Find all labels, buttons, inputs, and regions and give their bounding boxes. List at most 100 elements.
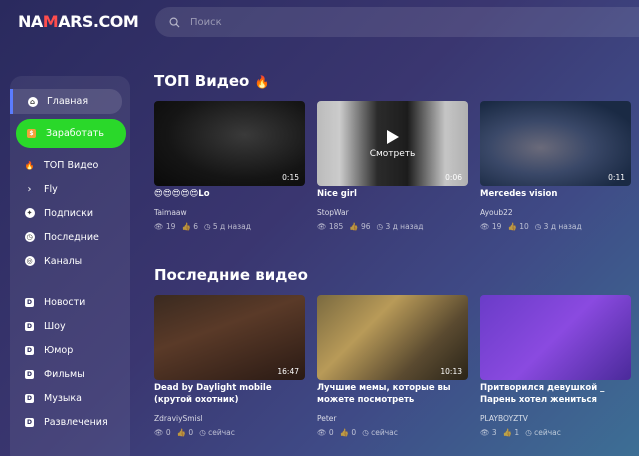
- chevron-right-icon: ›: [27, 183, 32, 195]
- views-count: 👁 185: [317, 222, 344, 231]
- upload-time: ◷ 3 д назад: [376, 222, 424, 231]
- sidebar-item-show[interactable]: D Шоу: [10, 314, 130, 338]
- views-count: 👁 3: [480, 428, 497, 437]
- sidebar-item-label: Главная: [47, 96, 89, 107]
- views-count: 👁 19: [480, 222, 502, 231]
- play-icon: [386, 129, 399, 144]
- clock-icon: ◷: [24, 232, 35, 242]
- sidebar-item-channels[interactable]: ◎ Каналы: [10, 249, 130, 273]
- video-duration: 10:13: [440, 367, 462, 376]
- video-stats: 👁 185 👍 96 ◷ 3 д назад: [317, 222, 468, 231]
- likes-count: 👍 6: [181, 222, 198, 231]
- video-thumbnail[interactable]: 16:47: [154, 295, 305, 380]
- category-icon: D: [24, 417, 35, 428]
- video-thumbnail[interactable]: 10:13: [317, 295, 468, 380]
- category-icon: D: [24, 321, 35, 332]
- section-title-text: Последние видео: [154, 266, 308, 284]
- home-icon: ⌂: [27, 96, 38, 107]
- sidebar-item-label: Фильмы: [44, 368, 85, 380]
- sidebar-item-label: Юмор: [44, 344, 74, 356]
- video-card[interactable]: 16:47 Dead by Daylight mobile (крутой ох…: [154, 295, 305, 437]
- video-duration: 0:15: [282, 173, 299, 182]
- video-card[interactable]: 10:13 Лучшие мемы, которые вы можете пос…: [317, 295, 468, 437]
- video-card[interactable]: Притворился девушкой _ Парень хотел жени…: [480, 295, 631, 437]
- sidebar-item-label: Развлечения: [44, 416, 108, 428]
- video-author[interactable]: PLAYBOYZTV: [480, 414, 631, 423]
- likes-count: 👍 0: [339, 428, 357, 437]
- sidebar-item-top-videos[interactable]: 🔥 ТОП Видео: [10, 153, 130, 177]
- sidebar-item-label: Шоу: [44, 320, 66, 332]
- site-logo[interactable]: NAMARS.COM: [18, 12, 139, 31]
- watch-label: Смотреть: [369, 148, 416, 159]
- sidebar-item-films[interactable]: D Фильмы: [10, 362, 130, 386]
- video-stats: 👁 3 👍 1 ◷ сейчас: [480, 428, 631, 437]
- video-author[interactable]: Taimaaw: [154, 208, 305, 217]
- video-thumbnail[interactable]: 0:11: [480, 101, 631, 186]
- video-author[interactable]: Ayoub22: [480, 208, 631, 217]
- logo-accent: M: [42, 12, 59, 31]
- latest-videos-heading: Последние видео: [154, 266, 308, 284]
- sidebar-item-label: ТОП Видео: [44, 159, 99, 171]
- video-title[interactable]: Mercedes vision: [480, 188, 631, 200]
- sidebar-item-humor[interactable]: D Юмор: [10, 338, 130, 362]
- video-stats: 👁 0 👍 0 ◷ сейчас: [317, 428, 468, 437]
- likes-count: 👍 96: [349, 222, 371, 231]
- sidebar-item-news[interactable]: D Новости: [10, 290, 130, 314]
- views-count: 👁 0: [317, 428, 334, 437]
- category-icon: D: [24, 345, 35, 356]
- upload-time: ◷ сейчас: [362, 428, 398, 437]
- sidebar-item-label: Заработать: [46, 128, 104, 139]
- upload-time: ◷ сейчас: [199, 428, 235, 437]
- video-author[interactable]: StopWar: [317, 208, 468, 217]
- views-count: 👁 19: [154, 222, 176, 231]
- search-icon: [169, 13, 180, 32]
- video-stats: 👁 19 👍 10 ◷ 3 д назад: [480, 222, 631, 231]
- sidebar-item-label: Fly: [44, 183, 58, 195]
- video-stats: 👁 19 👍 6 ◷ 5 д назад: [154, 222, 305, 231]
- money-bag-icon: $: [26, 128, 37, 139]
- upload-time: ◷ 3 д назад: [534, 222, 582, 231]
- video-author[interactable]: ZdraviySmisl: [154, 414, 305, 423]
- video-duration: 0:11: [608, 173, 625, 182]
- video-card[interactable]: 0:15 😍😍😍😍😍Lo Taimaaw 👁 19 👍 6 ◷ 5 д наза…: [154, 101, 305, 231]
- sidebar-item-label: Подписки: [44, 207, 94, 219]
- fire-icon: 🔥: [254, 75, 270, 89]
- video-thumbnail[interactable]: Смотреть 0:06: [317, 101, 468, 186]
- video-thumbnail[interactable]: [480, 295, 631, 380]
- video-thumbnail[interactable]: 0:15: [154, 101, 305, 186]
- video-duration: 16:47: [277, 367, 299, 376]
- upload-time: ◷ сейчас: [525, 428, 561, 437]
- fire-icon: 🔥: [24, 160, 35, 170]
- category-icon: D: [24, 297, 35, 308]
- video-card[interactable]: 0:11 Mercedes vision Ayoub22 👁 19 👍 10 ◷…: [480, 101, 631, 231]
- video-author[interactable]: Peter: [317, 414, 468, 423]
- sidebar-item-latest[interactable]: ◷ Последние: [10, 225, 130, 249]
- video-stats: 👁 0 👍 0 ◷ сейчас: [154, 428, 305, 437]
- latest-videos-grid: 16:47 Dead by Daylight mobile (крутой ох…: [154, 295, 631, 437]
- sidebar-item-entertainment[interactable]: D Развлечения: [10, 410, 130, 434]
- video-duration: 0:06: [445, 173, 462, 182]
- sidebar-item-label: Последние: [44, 231, 99, 243]
- search-input[interactable]: [190, 16, 490, 28]
- video-title[interactable]: Dead by Daylight mobile (крутой охотник): [154, 382, 305, 406]
- earn-button[interactable]: $ Заработать: [16, 119, 126, 148]
- video-title[interactable]: Притворился девушкой _ Парень хотел жени…: [480, 382, 631, 406]
- search-bar[interactable]: [155, 7, 639, 37]
- channels-icon: ◎: [24, 256, 35, 266]
- video-title[interactable]: Лучшие мемы, которые вы можете посмотрет…: [317, 382, 468, 406]
- video-card[interactable]: Смотреть 0:06 Nice girl StopWar 👁 185 👍 …: [317, 101, 468, 231]
- top-videos-heading: ТОП Видео 🔥: [154, 72, 269, 90]
- sidebar-item-fly[interactable]: › Fly: [10, 177, 130, 201]
- video-title[interactable]: 😍😍😍😍😍Lo: [154, 188, 305, 200]
- likes-count: 👍 1: [502, 428, 520, 437]
- sidebar-item-label: Каналы: [44, 255, 83, 267]
- views-count: 👁 0: [154, 428, 171, 437]
- sidebar-item-home[interactable]: ⌂ Главная: [10, 89, 122, 114]
- logo-rest: ARS.COM: [58, 12, 139, 31]
- upload-time: ◷ 5 д назад: [203, 222, 251, 231]
- video-title[interactable]: Nice girl: [317, 188, 468, 200]
- sidebar-item-subscriptions[interactable]: ✦ Подписки: [10, 201, 130, 225]
- sidebar: ⌂ Главная $ Заработать 🔥 ТОП Видео › Fly…: [10, 76, 130, 456]
- sidebar-item-music[interactable]: D Музыка: [10, 386, 130, 410]
